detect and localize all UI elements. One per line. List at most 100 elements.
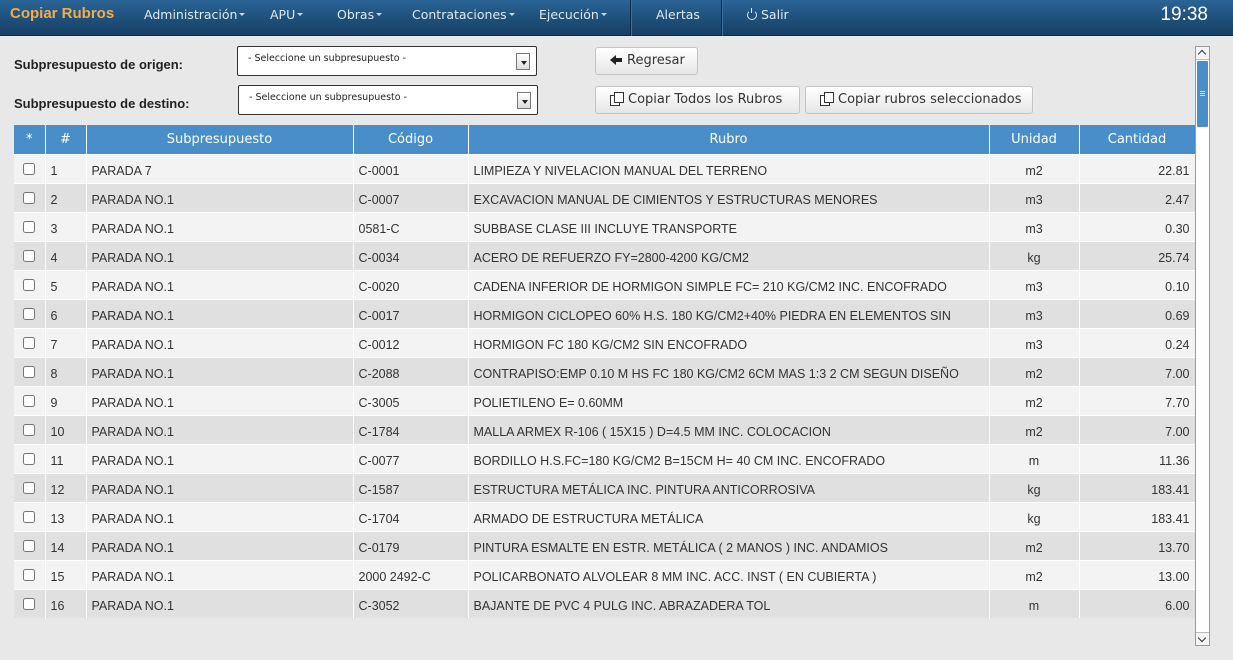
caret-down-icon: [508, 13, 515, 16]
table-row[interactable]: 15 PARADA NO.1 2000 2492-C POLICARBONATO AL…: [14, 559, 1195, 589]
row-select-cell: [14, 269, 46, 299]
row-unidad: m2: [989, 356, 1080, 386]
row-rubro: POLIETILENO E= 0.60MM: [468, 385, 990, 415]
menu-contrataciones[interactable]: Contrataciones: [412, 7, 515, 22]
menu-label: Contrataciones: [412, 7, 507, 22]
table-row[interactable]: 5 PARADA NO.1 C-0020 CADENA INFERIOR DE HOR…: [14, 269, 1195, 299]
row-unidad: m2: [989, 153, 1080, 183]
row-subpresupuesto: PARADA NO.1: [86, 356, 354, 386]
rubros-table-container: * # Subpresupuesto Código Rubro Unidad C…: [14, 125, 1195, 660]
menu-label: Administración: [144, 7, 238, 22]
caret-down-icon: [376, 13, 383, 16]
row-codigo: C-0077: [353, 443, 469, 473]
copy-selected-label: Copiar rubros seleccionados: [838, 92, 1022, 107]
row-number: 5: [45, 269, 87, 299]
row-cantidad: 22.81: [1079, 153, 1195, 183]
app-title[interactable]: Copiar Rubros: [10, 5, 114, 22]
row-checkbox[interactable]: [23, 278, 36, 291]
menu-administracion[interactable]: Administración: [144, 7, 246, 22]
row-subpresupuesto: PARADA 7: [86, 153, 354, 183]
col-cantidad[interactable]: Cantidad: [1079, 125, 1195, 154]
row-checkbox[interactable]: [23, 481, 36, 494]
row-checkbox[interactable]: [23, 220, 36, 233]
col-select[interactable]: *: [14, 125, 46, 154]
col-rubro[interactable]: Rubro: [468, 125, 990, 154]
row-checkbox[interactable]: [23, 452, 36, 465]
dest-select[interactable]: - Seleccione un subpresupuesto -: [238, 85, 538, 115]
row-number: 10: [45, 414, 87, 444]
table-row[interactable]: 4 PARADA NO.1 C-0034 ACERO DE REFUERZO FY=2…: [14, 240, 1195, 270]
row-codigo: 0581-C: [353, 211, 469, 241]
alerts-link[interactable]: Alertas: [656, 7, 700, 22]
table-row[interactable]: 3 PARADA NO.1 0581-C SUBBASE CLASE III INCL…: [14, 211, 1195, 241]
row-codigo: C-3005: [353, 385, 469, 415]
logout-link[interactable]: Salir: [747, 7, 789, 22]
copy-selected-button[interactable]: Copiar rubros seleccionados: [805, 86, 1033, 114]
row-checkbox[interactable]: [23, 249, 36, 262]
menu-ejecucion[interactable]: Ejecución: [539, 7, 607, 22]
arrow-left-icon: [610, 54, 622, 65]
col-unidad[interactable]: Unidad: [989, 125, 1080, 154]
row-checkbox[interactable]: [23, 394, 36, 407]
row-checkbox[interactable]: [23, 510, 36, 523]
back-button[interactable]: Regresar: [595, 47, 698, 75]
row-cantidad: 0.69: [1079, 298, 1195, 328]
row-codigo: 2000 2492-C: [353, 559, 469, 589]
row-checkbox[interactable]: [23, 568, 36, 581]
col-codigo[interactable]: Código: [353, 125, 469, 154]
row-checkbox[interactable]: [23, 191, 36, 204]
row-select-cell: [14, 530, 46, 560]
row-rubro: ARMADO DE ESTRUCTURA METÁLICA: [468, 501, 990, 531]
scrollbar-thumb[interactable]: [1197, 61, 1208, 127]
col-number[interactable]: #: [45, 125, 87, 154]
clock: 19:38: [1160, 4, 1208, 25]
scroll-down-icon[interactable]: [1196, 632, 1209, 645]
menu-obras[interactable]: Obras: [337, 7, 383, 22]
row-select-cell: [14, 153, 46, 183]
table-row[interactable]: 2 PARADA NO.1 C-0007 EXCAVACION MANUAL DE C…: [14, 182, 1195, 212]
table-row[interactable]: 1 PARADA 7 C-0001 LIMPIEZA Y NIVELACION MAN…: [14, 153, 1195, 183]
table-row[interactable]: 8 PARADA NO.1 C-2088 CONTRAPISO:EMP 0.10 M …: [14, 356, 1195, 386]
back-button-label: Regresar: [627, 53, 685, 68]
row-number: 2: [45, 182, 87, 212]
row-cantidad: 13.70: [1079, 530, 1195, 560]
row-checkbox[interactable]: [23, 539, 36, 552]
row-checkbox[interactable]: [23, 307, 36, 320]
row-cantidad: 0.24: [1079, 327, 1195, 357]
table-row[interactable]: 13 PARADA NO.1 C-1704 ARMADO DE ESTRUCTURA …: [14, 501, 1195, 531]
scroll-up-icon[interactable]: [1196, 47, 1209, 60]
table-row[interactable]: 11 PARADA NO.1 C-0077 BORDILLO H.S.FC=180 K…: [14, 443, 1195, 473]
row-cantidad: 183.41: [1079, 501, 1195, 531]
table-row[interactable]: 6 PARADA NO.1 C-0017 HORMIGON CICLOPEO 60% …: [14, 298, 1195, 328]
row-checkbox[interactable]: [23, 336, 36, 349]
row-codigo: C-3052: [353, 588, 469, 618]
row-select-cell: [14, 559, 46, 589]
row-unidad: m: [989, 588, 1080, 618]
row-checkbox[interactable]: [23, 597, 36, 610]
table-row[interactable]: 10 PARADA NO.1 C-1784 MALLA ARMEX R-106 ( 1…: [14, 414, 1195, 444]
table-row[interactable]: 9 PARADA NO.1 C-3005 POLIETILENO E= 0.60MM m…: [14, 385, 1195, 415]
menu-apu[interactable]: APU: [270, 7, 304, 22]
row-subpresupuesto: PARADA NO.1: [86, 559, 354, 589]
copy-all-button[interactable]: Copiar Todos los Rubros: [595, 86, 800, 114]
power-icon: [747, 8, 757, 20]
col-subpresupuesto[interactable]: Subpresupuesto: [86, 125, 354, 154]
row-unidad: kg: [989, 240, 1080, 270]
row-codigo: C-0001: [353, 153, 469, 183]
table-row[interactable]: 16 PARADA NO.1 C-3052 BAJANTE DE PVC 4 PULG…: [14, 588, 1195, 618]
row-select-cell: [14, 327, 46, 357]
table-row[interactable]: 12 PARADA NO.1 C-1587 ESTRUCTURA METÁLICA I…: [14, 472, 1195, 502]
row-checkbox[interactable]: [23, 423, 36, 436]
table-row[interactable]: 14 PARADA NO.1 C-0179 PINTURA ESMALTE EN ES…: [14, 530, 1195, 560]
vertical-scrollbar[interactable]: [1195, 46, 1210, 646]
row-number: 9: [45, 385, 87, 415]
row-cantidad: 2.47: [1079, 182, 1195, 212]
row-number: 13: [45, 501, 87, 531]
row-subpresupuesto: PARADA NO.1: [86, 472, 354, 502]
row-codigo: C-0034: [353, 240, 469, 270]
origin-select[interactable]: - Seleccione un subpresupuesto -: [237, 46, 537, 76]
row-checkbox[interactable]: [23, 365, 36, 378]
row-number: 16: [45, 588, 87, 618]
row-checkbox[interactable]: [23, 162, 36, 175]
table-row[interactable]: 7 PARADA NO.1 C-0012 HORMIGON FC 180 KG/CM2…: [14, 327, 1195, 357]
